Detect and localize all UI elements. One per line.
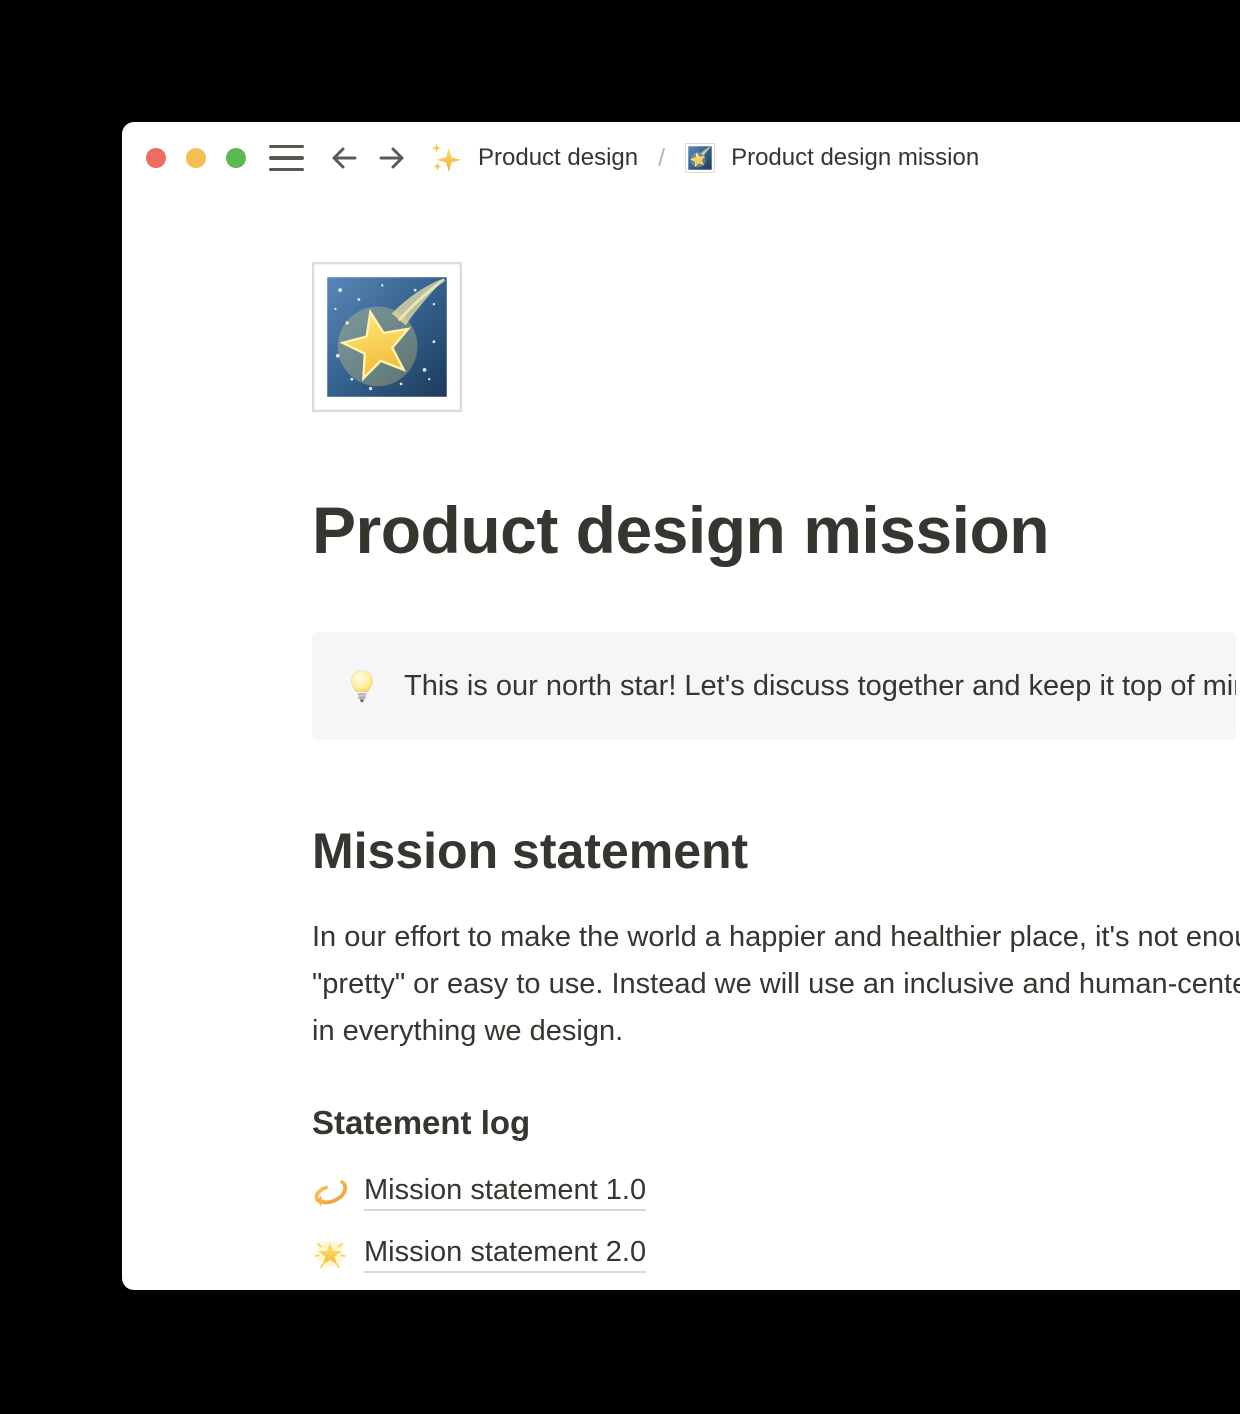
- page-link-mission-statement-1[interactable]: Mission statement 1.0: [312, 1171, 1240, 1213]
- page-link-label[interactable]: Mission statement 2.0: [364, 1236, 646, 1273]
- callout: This is our north star! Let's discuss to…: [312, 632, 1236, 740]
- paragraph-line: in everything we design.: [312, 1008, 1240, 1055]
- hamburger-icon: [269, 145, 304, 149]
- light-bulb-icon[interactable]: [344, 668, 380, 704]
- forward-button[interactable]: [376, 142, 408, 174]
- window-controls: [146, 148, 246, 168]
- traffic-light-zoom[interactable]: [226, 148, 246, 168]
- mission-paragraph: In our effort to make the world a happie…: [312, 914, 1240, 1055]
- sparkles-icon: [428, 141, 462, 175]
- desktop-background: Product design /: [0, 0, 1240, 1414]
- callout-text: This is our north star! Let's discuss to…: [404, 664, 1236, 708]
- back-button[interactable]: [328, 142, 360, 174]
- mission-statement-heading: Mission statement: [312, 822, 1240, 880]
- shooting-star-icon: [685, 143, 715, 173]
- breadcrumb: Product design /: [428, 141, 979, 175]
- traffic-light-close[interactable]: [146, 148, 166, 168]
- breadcrumb-item-product-design-mission[interactable]: Product design mission: [685, 142, 979, 174]
- dizzy-icon: [312, 1174, 348, 1210]
- page-link-label[interactable]: Mission statement 1.0: [364, 1174, 646, 1211]
- paragraph-line: "pretty" or easy to use. Instead we will…: [312, 961, 1240, 1008]
- breadcrumb-label: Product design mission: [731, 142, 979, 174]
- breadcrumb-label: Product design: [478, 142, 638, 174]
- paragraph-line: In our effort to make the world a happie…: [312, 914, 1240, 961]
- app-window: Product design /: [122, 122, 1240, 1290]
- window-toolbar: Product design /: [122, 122, 1240, 194]
- breadcrumb-separator: /: [658, 144, 665, 173]
- page-icon[interactable]: [312, 262, 462, 412]
- arrow-left-icon: [328, 142, 360, 174]
- sidebar-toggle-button[interactable]: [269, 145, 304, 172]
- page-content: Product design mission: [122, 262, 1240, 1275]
- page-link-mission-statement-2[interactable]: Mission statement 2.0: [312, 1233, 1240, 1275]
- page-title[interactable]: Product design mission: [312, 482, 1240, 578]
- statement-log-heading: Statement log: [312, 1101, 1240, 1145]
- arrow-right-icon: [376, 142, 408, 174]
- breadcrumb-item-product-design[interactable]: Product design: [428, 141, 638, 175]
- traffic-light-minimize[interactable]: [186, 148, 206, 168]
- glowing-star-icon: [312, 1236, 348, 1272]
